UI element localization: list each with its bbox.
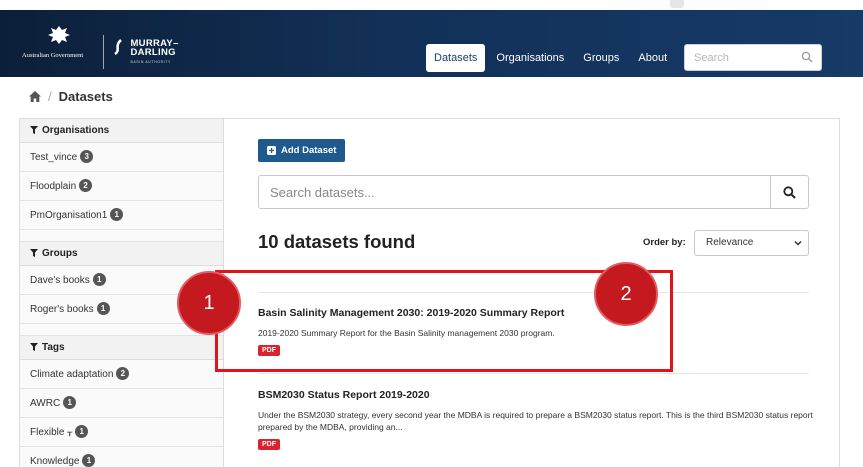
- facet-tag-item[interactable]: Flexible ᚁ1: [20, 418, 223, 447]
- dataset-search: [258, 175, 809, 209]
- facet-label: Climate adaptation: [30, 369, 114, 380]
- nav-groups[interactable]: Groups: [575, 44, 627, 72]
- groups-heading-label: Groups: [42, 248, 78, 259]
- dataset-search-input[interactable]: [259, 176, 769, 208]
- organisations-heading: Organisations: [20, 119, 223, 143]
- top-strip: [0, 0, 863, 10]
- filter-icon: [30, 126, 38, 134]
- filter-icon: [30, 343, 38, 351]
- pdf-format-badge[interactable]: PDF: [258, 439, 280, 450]
- logo-divider: [103, 35, 104, 69]
- header-search: [684, 44, 822, 71]
- facet-label: PmOrganisation1: [30, 210, 108, 221]
- annotation-marker-2: 2: [594, 262, 658, 326]
- home-icon[interactable]: [28, 90, 42, 103]
- count-badge: 3: [80, 150, 94, 163]
- chevron-down-icon: [794, 240, 802, 246]
- facet-tag-item[interactable]: Climate adaptation 2: [20, 360, 223, 389]
- dataset-item: BSM2030 Status Report 2019-2020 Under th…: [258, 389, 818, 451]
- breadcrumb: / Datasets: [28, 86, 113, 106]
- search-icon: [783, 185, 796, 199]
- plus-square-icon: [267, 146, 276, 155]
- mdba-logo[interactable]: MURRAY– DARLING BASIN AUTHORITY: [113, 39, 179, 67]
- facet-label: Flexible ᚁ: [30, 427, 73, 438]
- mdba-line-2: DARLING: [130, 47, 176, 58]
- organisations-heading-label: Organisations: [42, 125, 110, 136]
- site-header: Australian Government MURRAY– DARLING BA…: [0, 10, 863, 77]
- dataset-search-button[interactable]: [770, 176, 808, 208]
- count-badge: 1: [63, 396, 77, 409]
- order-by-value: Relevance: [706, 237, 754, 248]
- facet-label: Test_vince: [30, 152, 78, 163]
- main-nav: Datasets Organisations Groups About: [426, 44, 678, 72]
- results-count: 10 datasets found: [258, 231, 416, 252]
- nav-datasets[interactable]: Datasets: [426, 44, 486, 72]
- tags-heading-label: Tags: [42, 342, 65, 353]
- facet-label: Knowledge: [30, 456, 80, 467]
- order-by-select[interactable]: Relevance: [694, 230, 809, 256]
- mdba-subtitle: BASIN AUTHORITY: [130, 60, 171, 64]
- gov-logo-text: Australian Government: [22, 52, 84, 59]
- add-dataset-label: Add Dataset: [281, 145, 337, 156]
- facet-label: Floodplain: [30, 181, 77, 192]
- order-by-label: Order by:: [643, 237, 686, 248]
- filter-icon: [30, 249, 38, 257]
- count-badge: 1: [82, 454, 96, 467]
- add-dataset-button[interactable]: Add Dataset: [258, 139, 346, 162]
- mdba-wave-icon: [113, 39, 123, 56]
- facet-label: Dave's books: [30, 275, 90, 286]
- dataset-title-link[interactable]: BSM2030 Status Report 2019-2020: [258, 389, 818, 401]
- nav-organisations[interactable]: Organisations: [488, 44, 572, 72]
- facet-org-item[interactable]: PmOrganisation1 1: [20, 201, 223, 230]
- facet-org-item[interactable]: Floodplain 2: [20, 172, 223, 201]
- breadcrumb-separator: /: [48, 88, 52, 104]
- count-badge: 1: [92, 273, 106, 286]
- count-badge: 2: [79, 179, 93, 192]
- australian-government-logo[interactable]: Australian Government: [22, 24, 94, 64]
- nav-about[interactable]: About: [630, 44, 675, 72]
- facet-tag-item[interactable]: AWRC 1: [20, 389, 223, 418]
- facet-label: AWRC: [30, 398, 61, 409]
- count-badge: 1: [96, 302, 110, 315]
- coat-of-arms-icon: [44, 24, 74, 46]
- breadcrumb-current[interactable]: Datasets: [59, 89, 113, 104]
- mdba-wordmark: MURRAY– DARLING BASIN AUTHORITY: [130, 39, 178, 67]
- header-search-input[interactable]: [685, 45, 795, 70]
- scroll-handle[interactable]: [670, 0, 684, 8]
- facet-label: Roger's books: [30, 304, 94, 315]
- facet-tag-item[interactable]: Knowledge 1: [20, 447, 223, 467]
- facet-spacer: [20, 230, 223, 242]
- dataset-description: Under the BSM2030 strategy, every second…: [258, 410, 813, 432]
- result-divider: [258, 373, 809, 374]
- annotation-marker-1: 1: [177, 271, 241, 335]
- count-badge: 1: [75, 425, 89, 438]
- search-icon[interactable]: [801, 51, 813, 63]
- count-badge: 2: [116, 367, 130, 380]
- groups-heading: Groups: [20, 242, 223, 266]
- facet-org-item[interactable]: Test_vince 3: [20, 143, 223, 172]
- count-badge: 1: [110, 208, 124, 221]
- tags-heading: Tags: [20, 336, 223, 360]
